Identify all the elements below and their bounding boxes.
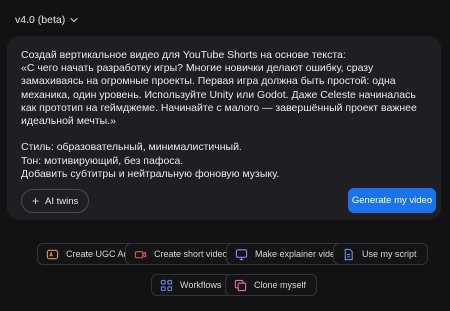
script-icon bbox=[344, 248, 353, 260]
create-short-video-button[interactable]: Create short video bbox=[125, 243, 239, 265]
clone-icon bbox=[234, 279, 247, 291]
clone-myself-button[interactable]: Clone myself bbox=[225, 274, 318, 296]
chip-label: Make explainer video bbox=[255, 249, 341, 259]
ugc-ad-icon bbox=[46, 249, 59, 259]
prompt-card: Создай вертикальное видео для YouTube Sh… bbox=[7, 36, 441, 220]
chip-label: Create UGC Ad bbox=[66, 249, 129, 259]
chip-label: Use my script bbox=[362, 249, 417, 259]
video-camera-icon bbox=[134, 250, 147, 258]
chip-label: Workflows bbox=[180, 280, 222, 290]
generate-video-button[interactable]: Generate my video bbox=[348, 188, 436, 213]
generate-label: Generate my video bbox=[351, 195, 433, 206]
workflows-icon bbox=[160, 279, 173, 291]
chip-label: Clone myself bbox=[254, 280, 307, 290]
version-selector[interactable]: v4.0 (beta) bbox=[7, 10, 85, 30]
explainer-icon bbox=[235, 248, 248, 260]
chevron-down-icon bbox=[70, 17, 78, 23]
ai-twins-button[interactable]: + AI twins bbox=[21, 189, 90, 213]
chip-label: Create short video bbox=[154, 249, 228, 259]
prompt-text[interactable]: Создай вертикальное видео для YouTube Sh… bbox=[21, 49, 433, 181]
version-label: v4.0 (beta) bbox=[15, 14, 66, 26]
use-my-script-button[interactable]: Use my script bbox=[333, 243, 428, 265]
plus-icon: + bbox=[32, 194, 40, 208]
workflows-button[interactable]: Workflows bbox=[151, 274, 233, 296]
ai-twins-label: AI twins bbox=[45, 195, 79, 207]
